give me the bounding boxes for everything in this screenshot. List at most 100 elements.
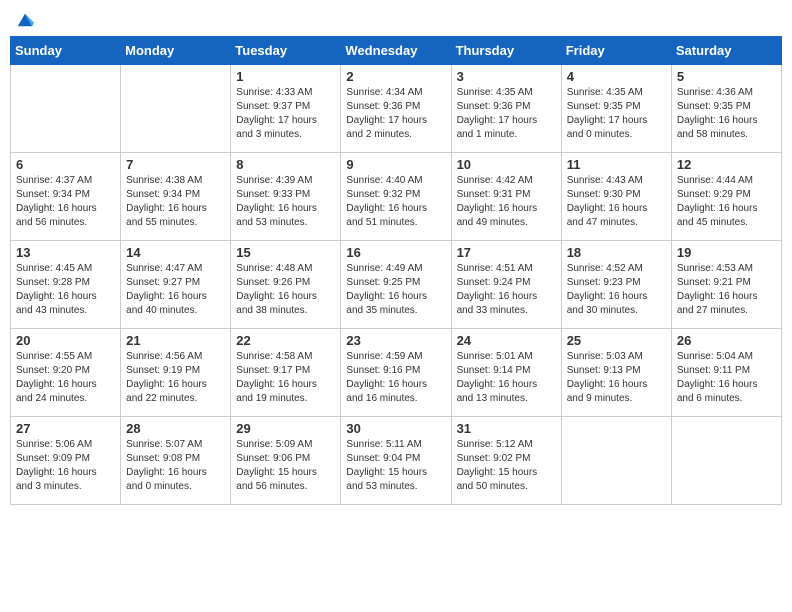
day-info: Sunrise: 4:38 AM Sunset: 9:34 PM Dayligh… [126,174,225,230]
day-number: 11 [567,157,666,172]
calendar-table: SundayMondayTuesdayWednesdayThursdayFrid… [10,36,782,505]
calendar-header-wednesday: Wednesday [341,37,451,65]
calendar-cell: 12 Sunrise: 4:44 AM Sunset: 9:29 PM Dayli… [671,153,781,241]
day-info: Sunrise: 4:56 AM Sunset: 9:19 PM Dayligh… [126,350,225,406]
calendar-cell: 9Sunrise: 4:40 AM Sunset: 9:32 PM Daylig… [341,153,451,241]
calendar-cell: 1 Sunrise: 4:33 AM Sunset: 9:37 PM Daylig… [231,65,341,153]
day-info: Sunrise: 4:58 AM Sunset: 9:17 PM Dayligh… [236,350,335,406]
calendar-week-row: 27 Sunrise: 5:06 AM Sunset: 9:09 PM Dayli… [11,417,782,505]
day-number: 18 [567,245,666,260]
day-info: Sunrise: 5:01 AM Sunset: 9:14 PM Dayligh… [457,350,556,406]
day-number: 28 [126,421,225,436]
day-info: Sunrise: 4:53 AM Sunset: 9:21 PM Dayligh… [677,262,776,318]
day-info: Sunrise: 5:12 AM Sunset: 9:02 PM Dayligh… [457,438,556,494]
calendar-cell: 10 Sunrise: 4:42 AM Sunset: 9:31 PM Dayli… [451,153,561,241]
day-number: 6 [16,157,115,172]
day-info: Sunrise: 4:35 AM Sunset: 9:35 PM Dayligh… [567,86,666,142]
calendar-week-row: 6 Sunrise: 4:37 AM Sunset: 9:34 PM Daylig… [11,153,782,241]
calendar-cell: 21Sunrise: 4:56 AM Sunset: 9:19 PM Dayli… [121,329,231,417]
day-info: Sunrise: 4:42 AM Sunset: 9:31 PM Dayligh… [457,174,556,230]
calendar-cell: 8 Sunrise: 4:39 AM Sunset: 9:33 PM Daylig… [231,153,341,241]
day-number: 24 [457,333,556,348]
day-info: Sunrise: 5:07 AM Sunset: 9:08 PM Dayligh… [126,438,225,494]
calendar-header-saturday: Saturday [671,37,781,65]
day-info: Sunrise: 5:06 AM Sunset: 9:09 PM Dayligh… [16,438,115,494]
page-header [10,10,782,28]
calendar-cell: 11 Sunrise: 4:43 AM Sunset: 9:30 PM Dayli… [561,153,671,241]
day-info: Sunrise: 4:36 AM Sunset: 9:35 PM Dayligh… [677,86,776,142]
calendar-cell: 6 Sunrise: 4:37 AM Sunset: 9:34 PM Daylig… [11,153,121,241]
calendar-header-thursday: Thursday [451,37,561,65]
calendar-cell: 17 Sunrise: 4:51 AM Sunset: 9:24 PM Dayli… [451,241,561,329]
day-number: 7 [126,157,225,172]
calendar-cell: 26 Sunrise: 5:04 AM Sunset: 9:11 PM Dayli… [671,329,781,417]
day-number: 12 [677,157,776,172]
calendar-cell: 30 Sunrise: 5:11 AM Sunset: 9:04 PM Dayli… [341,417,451,505]
calendar-header-monday: Monday [121,37,231,65]
day-number: 3 [457,69,556,84]
day-number: 1 [236,69,335,84]
day-info: Sunrise: 4:59 AM Sunset: 9:16 PM Dayligh… [346,350,445,406]
calendar-cell: 27 Sunrise: 5:06 AM Sunset: 9:09 PM Dayli… [11,417,121,505]
calendar-week-row: 1 Sunrise: 4:33 AM Sunset: 9:37 PM Daylig… [11,65,782,153]
calendar-header-tuesday: Tuesday [231,37,341,65]
calendar-header-friday: Friday [561,37,671,65]
day-info: Sunrise: 4:52 AM Sunset: 9:23 PM Dayligh… [567,262,666,318]
day-number: 2 [346,69,445,84]
day-info: Sunrise: 4:44 AM Sunset: 9:29 PM Dayligh… [677,174,776,230]
day-number: 20 [16,333,115,348]
calendar-cell [561,417,671,505]
day-number: 26 [677,333,776,348]
day-info: Sunrise: 4:47 AM Sunset: 9:27 PM Dayligh… [126,262,225,318]
calendar-cell: 16Sunrise: 4:49 AM Sunset: 9:25 PM Dayli… [341,241,451,329]
calendar-cell: 22Sunrise: 4:58 AM Sunset: 9:17 PM Dayli… [231,329,341,417]
calendar-cell: 15 Sunrise: 4:48 AM Sunset: 9:26 PM Dayli… [231,241,341,329]
day-info: Sunrise: 4:35 AM Sunset: 9:36 PM Dayligh… [457,86,556,142]
day-info: Sunrise: 5:09 AM Sunset: 9:06 PM Dayligh… [236,438,335,494]
day-number: 14 [126,245,225,260]
calendar-cell: 31 Sunrise: 5:12 AM Sunset: 9:02 PM Dayli… [451,417,561,505]
day-number: 4 [567,69,666,84]
day-info: Sunrise: 4:37 AM Sunset: 9:34 PM Dayligh… [16,174,115,230]
day-info: Sunrise: 4:34 AM Sunset: 9:36 PM Dayligh… [346,86,445,142]
day-info: Sunrise: 5:11 AM Sunset: 9:04 PM Dayligh… [346,438,445,494]
calendar-cell: 29Sunrise: 5:09 AM Sunset: 9:06 PM Dayli… [231,417,341,505]
calendar-cell: 4 Sunrise: 4:35 AM Sunset: 9:35 PM Daylig… [561,65,671,153]
calendar-cell: 19Sunrise: 4:53 AM Sunset: 9:21 PM Dayli… [671,241,781,329]
calendar-header-sunday: Sunday [11,37,121,65]
day-number: 8 [236,157,335,172]
day-number: 10 [457,157,556,172]
day-number: 17 [457,245,556,260]
day-number: 31 [457,421,556,436]
calendar-cell: 24 Sunrise: 5:01 AM Sunset: 9:14 PM Dayli… [451,329,561,417]
calendar-cell: 23 Sunrise: 4:59 AM Sunset: 9:16 PM Dayli… [341,329,451,417]
day-number: 16 [346,245,445,260]
calendar-cell: 3 Sunrise: 4:35 AM Sunset: 9:36 PM Daylig… [451,65,561,153]
day-info: Sunrise: 4:39 AM Sunset: 9:33 PM Dayligh… [236,174,335,230]
day-info: Sunrise: 4:33 AM Sunset: 9:37 PM Dayligh… [236,86,335,142]
calendar-cell [671,417,781,505]
day-number: 9 [346,157,445,172]
day-number: 25 [567,333,666,348]
calendar-cell: 2 Sunrise: 4:34 AM Sunset: 9:36 PM Daylig… [341,65,451,153]
calendar-cell: 13Sunrise: 4:45 AM Sunset: 9:28 PM Dayli… [11,241,121,329]
day-number: 27 [16,421,115,436]
calendar-cell: 25Sunrise: 5:03 AM Sunset: 9:13 PM Dayli… [561,329,671,417]
calendar-cell: 7 Sunrise: 4:38 AM Sunset: 9:34 PM Daylig… [121,153,231,241]
calendar-cell [121,65,231,153]
day-number: 15 [236,245,335,260]
day-number: 23 [346,333,445,348]
day-info: Sunrise: 4:43 AM Sunset: 9:30 PM Dayligh… [567,174,666,230]
calendar-cell: 28 Sunrise: 5:07 AM Sunset: 9:08 PM Dayli… [121,417,231,505]
logo [14,10,34,28]
day-number: 30 [346,421,445,436]
day-info: Sunrise: 5:04 AM Sunset: 9:11 PM Dayligh… [677,350,776,406]
day-info: Sunrise: 4:48 AM Sunset: 9:26 PM Dayligh… [236,262,335,318]
calendar-cell [11,65,121,153]
day-info: Sunrise: 4:55 AM Sunset: 9:20 PM Dayligh… [16,350,115,406]
calendar-cell: 18 Sunrise: 4:52 AM Sunset: 9:23 PM Dayli… [561,241,671,329]
day-info: Sunrise: 4:51 AM Sunset: 9:24 PM Dayligh… [457,262,556,318]
day-number: 5 [677,69,776,84]
calendar-week-row: 13Sunrise: 4:45 AM Sunset: 9:28 PM Dayli… [11,241,782,329]
logo-icon [16,10,34,28]
